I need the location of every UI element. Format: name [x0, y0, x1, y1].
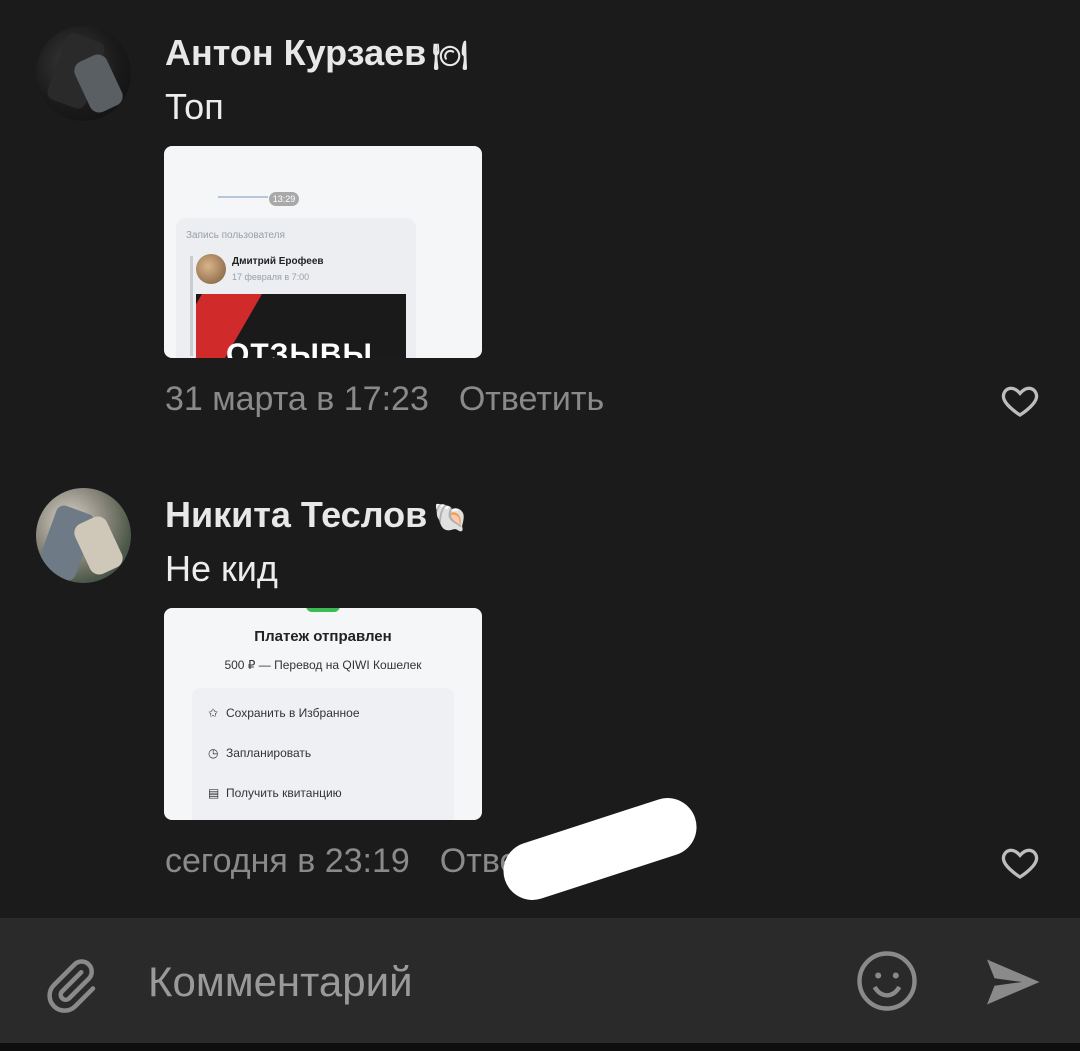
action-label: Получить квитанцию — [226, 786, 342, 800]
avatar[interactable] — [36, 488, 131, 583]
action-label: Запланировать — [226, 746, 312, 760]
payment-action-item: ◷ Запланировать — [208, 746, 311, 760]
paperclip-glyph — [47, 959, 96, 1013]
author-badge-icon: 🐚 — [433, 501, 469, 533]
star-icon: ✩ — [208, 706, 219, 720]
like-icon[interactable] — [1000, 842, 1040, 882]
repost-card: Запись пользователя Дмитрий Ерофеев 17 ф… — [176, 218, 416, 358]
comment-item: Антон Курзаев 🍽 Топ 13:29 Запись пользова… — [0, 0, 1080, 440]
payment-actions: ✩ Сохранить в Избранное ◷ Запланировать ▤ П… — [192, 688, 454, 820]
author-name-text[interactable]: Антон Курзаев — [165, 32, 426, 73]
avatar-shape — [71, 513, 126, 578]
action-label: Сохранить в Избранное — [226, 706, 360, 720]
heart-icon — [1001, 386, 1039, 417]
comment-input[interactable]: Комментарий — [148, 958, 413, 1006]
send-glyph — [987, 959, 1040, 1005]
author-badge-icon: 🍽 — [432, 39, 468, 71]
attachment-image[interactable]: 13:29 Запись пользователя Дмитрий Ерофее… — [164, 146, 482, 358]
send-icon[interactable] — [982, 952, 1042, 1012]
post-author-name: Дмитрий Ерофеев — [232, 256, 324, 267]
avatar[interactable] — [36, 26, 131, 121]
card-label: Запись пользователя — [186, 230, 285, 241]
receipt-icon: ▤ — [208, 786, 220, 800]
bottom-bar — [0, 1043, 1080, 1051]
promo-image: ОТЗЫВЫ — [196, 294, 406, 358]
payment-title: Платеж отправлен — [254, 628, 392, 645]
comment-text: Не кид — [165, 548, 278, 589]
post-author-avatar — [196, 254, 226, 284]
heart-icon — [1001, 848, 1039, 879]
payment-action-item: ▤ Получить квитанцию — [208, 786, 342, 800]
clock-icon: ◷ — [208, 746, 219, 760]
author-name[interactable]: Антон Курзаев 🍽 — [165, 32, 468, 74]
reply-button[interactable]: Ответить — [459, 380, 604, 418]
comment-meta: 31 марта в 17:23 Ответить — [165, 380, 604, 419]
post-date: 17 февраля в 7:00 — [232, 272, 310, 282]
smile-glyph — [857, 951, 917, 1011]
paperclip-icon[interactable] — [40, 956, 100, 1016]
payment-action-item: ✩ Сохранить в Избранное — [208, 706, 360, 720]
comment-date: сегодня в 23:19 — [165, 842, 410, 880]
smile-icon[interactable] — [854, 948, 920, 1014]
comment-date: 31 марта в 17:23 — [165, 380, 429, 418]
payment-subtitle: 500 ₽ — Перевод на QIWI Кошелек — [224, 658, 422, 672]
promo-word: ОТЗЫВЫ — [226, 338, 373, 358]
comment-text: Топ — [165, 86, 224, 127]
like-icon[interactable] — [1000, 380, 1040, 420]
mini-header-line — [218, 196, 268, 198]
card-bar — [190, 256, 193, 356]
status-dot — [306, 608, 340, 612]
author-name[interactable]: Никита Теслов 🐚 — [165, 494, 468, 536]
comment-composer: Комментарий — [0, 918, 1080, 1043]
author-name-text[interactable]: Никита Теслов — [165, 494, 427, 535]
time-pill: 13:29 — [269, 192, 299, 206]
attachment-image[interactable]: Платеж отправлен 500 ₽ — Перевод на QIWI… — [164, 608, 482, 820]
